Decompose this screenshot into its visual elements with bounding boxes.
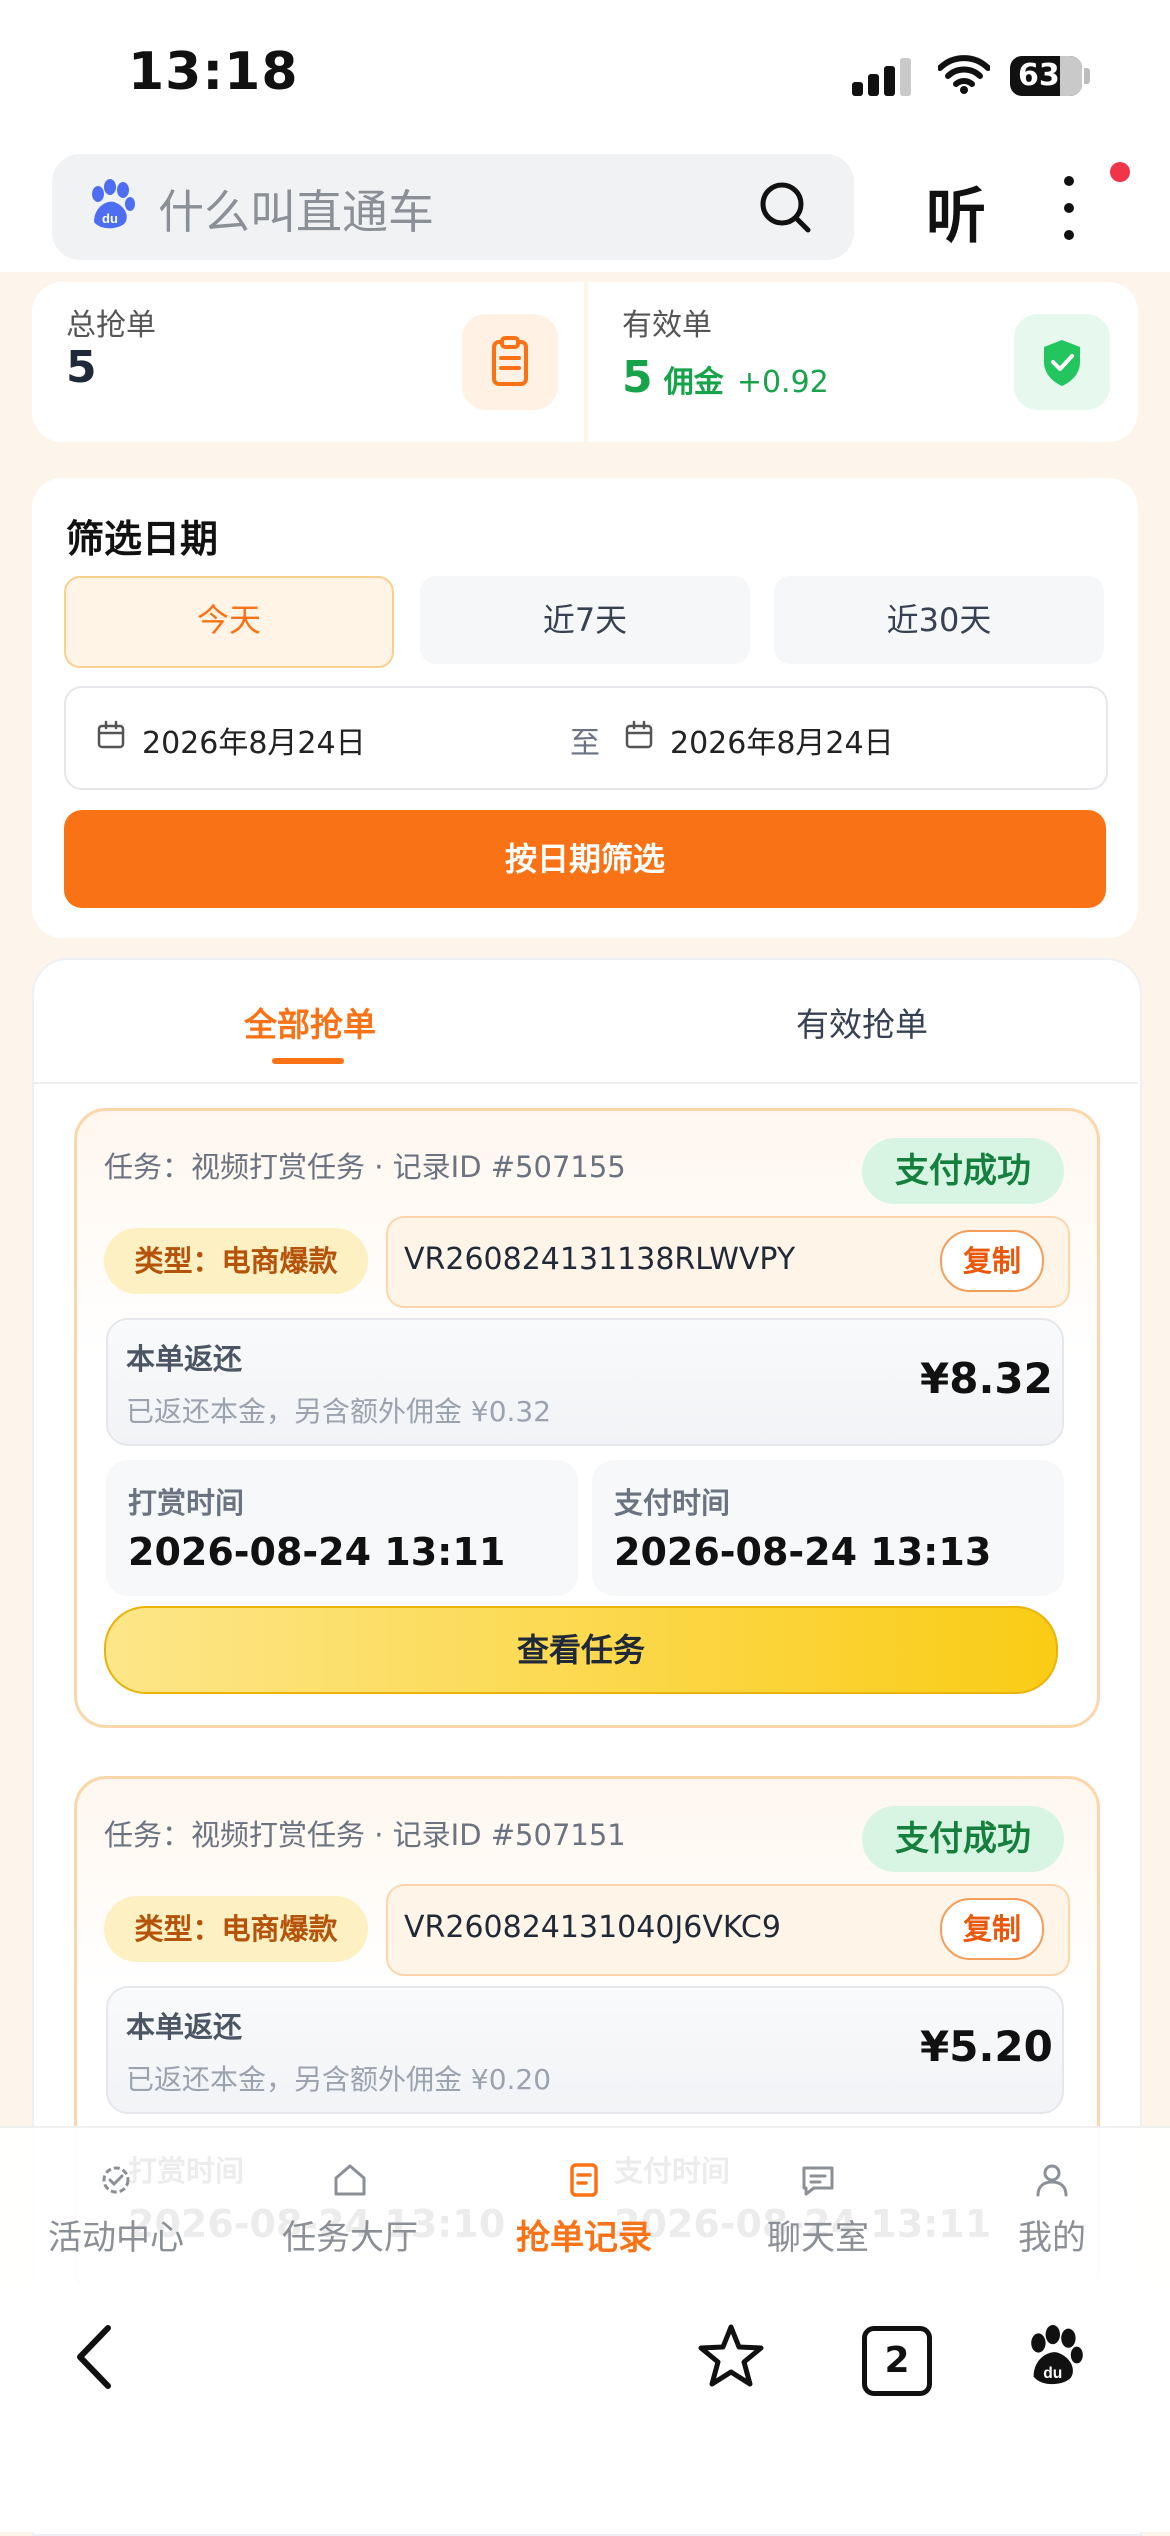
clipboard-icon <box>462 314 558 410</box>
copy-button[interactable]: 复制 <box>940 1230 1044 1292</box>
filter-option-7days[interactable]: 近7天 <box>420 576 750 664</box>
reward-time-value: 2026-08-24 13:11 <box>128 1530 506 1574</box>
filter-title: 筛选日期 <box>66 517 219 561</box>
home-icon <box>334 2164 366 2196</box>
stats-divider <box>584 282 588 442</box>
copy-button[interactable]: 复制 <box>940 1898 1044 1960</box>
filter-by-date-button[interactable]: 按日期筛选 <box>64 810 1106 908</box>
nav-item-mine[interactable]: 我的 <box>952 2160 1152 2259</box>
nav-label-task-hall: 任务大厅 <box>282 2218 418 2258</box>
back-chevron-icon[interactable] <box>70 2322 120 2396</box>
more-menu-icon[interactable] <box>1064 176 1074 257</box>
status-time: 13:18 <box>128 42 299 102</box>
svg-text:du: du <box>102 211 118 226</box>
calendar-icon <box>624 720 654 754</box>
status-badge: 支付成功 <box>862 1138 1064 1204</box>
refund-label: 本单返还 <box>126 2010 243 2044</box>
total-orders-value: 5 <box>66 342 97 393</box>
pay-time-value: 2026-08-24 13:13 <box>614 1530 992 1574</box>
start-date-input[interactable]: 2026年8月24日 <box>142 718 366 762</box>
wifi-icon <box>937 54 991 98</box>
order-amount: ¥5.20 <box>920 2022 1053 2071</box>
reward-time-label: 打赏时间 <box>128 1486 245 1520</box>
battery-icon: 63 <box>1010 56 1082 96</box>
order-title: 任务：视频打赏任务 · 记录ID #507151 <box>104 1818 626 1852</box>
refund-description: 已返还本金，另含额外佣金 ¥0.20 <box>126 2063 552 2096</box>
svg-text:du: du <box>1043 2365 1062 2382</box>
nav-item-activity[interactable]: 活动中心 <box>16 2160 216 2259</box>
refund-description: 已返还本金，另含额外佣金 ¥0.32 <box>126 1395 552 1428</box>
user-icon <box>1036 2164 1068 2197</box>
baidu-paw-icon: du <box>86 178 136 234</box>
commission-value: +0.92 <box>736 365 829 400</box>
order-code: VR260824131138RLWVPY <box>404 1242 796 1277</box>
view-task-button[interactable]: 查看任务 <box>104 1606 1058 1694</box>
valid-orders-label: 有效单 <box>622 308 712 343</box>
record-icon <box>570 2163 598 2197</box>
nav-item-records[interactable]: 抢单记录 <box>484 2160 684 2259</box>
calendar-icon <box>96 720 126 754</box>
date-separator: 至 <box>570 726 600 761</box>
battery-nub <box>1084 68 1090 84</box>
tab-all-orders[interactable]: 全部抢单 <box>244 998 376 1046</box>
order-title: 任务：视频打赏任务 · 记录ID #507155 <box>104 1150 626 1184</box>
tab-valid-orders[interactable]: 有效抢单 <box>796 998 928 1046</box>
tab-active-indicator <box>272 1058 344 1064</box>
star-bookmark-icon[interactable] <box>696 2322 766 2394</box>
commission-label: 佣金 <box>663 365 724 400</box>
chat-icon <box>802 2166 834 2196</box>
notification-dot <box>1110 162 1130 182</box>
valid-orders-row: 5 佣金 +0.92 <box>622 352 829 403</box>
valid-orders-value: 5 <box>622 352 653 403</box>
order-type-pill: 类型：电商爆款 <box>104 1228 368 1294</box>
baidu-paw-icon[interactable]: du <box>1024 2322 1084 2392</box>
nav-label-chat: 聊天室 <box>767 2218 869 2258</box>
cellular-signal-icon <box>852 58 916 96</box>
tabs-count-button[interactable]: 2 <box>862 2326 932 2396</box>
order-code: VR260824131040J6VKC9 <box>404 1910 781 1945</box>
pay-time-label: 支付时间 <box>614 1486 731 1520</box>
browser-bottom-bar <box>0 2284 1170 2532</box>
nav-label-mine: 我的 <box>1018 2218 1086 2258</box>
nav-item-task-hall[interactable]: 任务大厅 <box>250 2160 450 2259</box>
nav-label-records: 抢单记录 <box>516 2218 652 2258</box>
search-placeholder: 什么叫直通车 <box>158 185 434 239</box>
tab-divider <box>32 1082 1138 1084</box>
nav-label-activity: 活动中心 <box>48 2218 184 2258</box>
order-type-pill: 类型：电商爆款 <box>104 1896 368 1962</box>
battery-level: 63 <box>1018 58 1060 93</box>
order-amount: ¥8.32 <box>920 1354 1053 1403</box>
filter-option-30days[interactable]: 近30天 <box>774 576 1104 664</box>
filter-option-today[interactable]: 今天 <box>64 576 394 668</box>
refund-label: 本单返还 <box>126 1342 243 1376</box>
shield-check-icon <box>1014 314 1110 410</box>
search-icon[interactable] <box>758 180 814 240</box>
status-badge: 支付成功 <box>862 1806 1064 1872</box>
listen-button[interactable]: 听 <box>926 168 986 255</box>
end-date-input[interactable]: 2026年8月24日 <box>670 718 894 762</box>
total-orders-label: 总抢单 <box>66 308 156 343</box>
activity-gear-icon <box>102 2166 130 2194</box>
nav-item-chat[interactable]: 聊天室 <box>718 2160 918 2259</box>
